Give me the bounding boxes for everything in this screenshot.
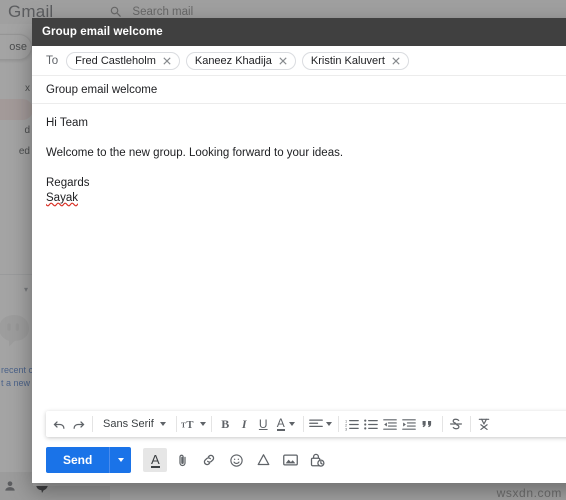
- insert-link-icon[interactable]: [197, 448, 221, 472]
- formatting-toolbar-wrap: Sans Serif T T B I U A 1 2 3: [32, 411, 566, 437]
- toolbar-divider: [92, 416, 93, 432]
- toolbar-divider: [210, 416, 212, 432]
- watermark: wsxdn.com: [496, 486, 562, 500]
- font-family-dropdown[interactable]: Sans Serif: [97, 418, 172, 430]
- redo-icon[interactable]: [69, 413, 88, 435]
- chevron-down-icon: [326, 422, 333, 426]
- formatting-options-icon[interactable]: A: [143, 448, 168, 472]
- hangouts-panel: ▾ recent c t a new: [0, 274, 33, 390]
- send-button[interactable]: Send: [46, 447, 110, 473]
- sidebar-item-0[interactable]: x: [0, 78, 33, 99]
- sidebar-item-inbox[interactable]: [0, 99, 33, 120]
- remove-recipient-icon[interactable]: [392, 56, 400, 65]
- hangouts-hint-line-2: t a new: [1, 378, 31, 388]
- hangouts-hint-line-1: recent c: [1, 365, 33, 375]
- text-color-label: A: [276, 416, 285, 431]
- insert-drive-icon[interactable]: [251, 448, 275, 472]
- toolbar-divider: [441, 416, 443, 432]
- message-body[interactable]: Hi Team Welcome to the new group. Lookin…: [32, 104, 566, 411]
- sidebar-item-2[interactable]: d: [0, 120, 33, 141]
- compose-title: Group email welcome: [42, 26, 163, 38]
- chevron-down-icon: [159, 422, 166, 426]
- recipient-chip-label: Kaneez Khadija: [194, 54, 272, 67]
- toolbar-divider: [302, 416, 304, 432]
- compose-button-label: ose: [9, 41, 27, 53]
- italic-button[interactable]: I: [235, 413, 254, 435]
- subject-input[interactable]: Group email welcome: [32, 76, 566, 104]
- indent-less-icon[interactable]: [381, 413, 400, 435]
- body-signoff: Regards: [46, 177, 90, 189]
- sidebar-item-snoozed[interactable]: ed: [0, 141, 33, 162]
- numbered-list-icon[interactable]: 1 2 3: [343, 413, 362, 435]
- remove-formatting-icon[interactable]: [475, 413, 494, 435]
- sidebar-item-0-label: x: [25, 83, 30, 94]
- compose-button[interactable]: ose: [0, 34, 32, 60]
- remove-recipient-icon[interactable]: [163, 56, 171, 65]
- body-signature: Sayak: [46, 192, 78, 204]
- recipient-chip-label: Fred Castleholm: [75, 54, 156, 67]
- bold-label: B: [221, 416, 230, 431]
- attach-file-icon[interactable]: [170, 448, 194, 472]
- svg-text:T: T: [181, 420, 186, 429]
- chevron-down-icon: [288, 422, 295, 426]
- chevron-down-icon: [200, 422, 207, 426]
- compose-actions: Send A: [32, 437, 566, 483]
- toolbar-divider: [337, 416, 339, 432]
- text-color-button[interactable]: A: [273, 413, 299, 435]
- search-bar[interactable]: Search mail: [109, 5, 193, 19]
- hangouts-chevron-down-icon[interactable]: ▾: [0, 285, 33, 294]
- body-paragraph: Welcome to the new group. Looking forwar…: [46, 147, 344, 159]
- remove-recipient-icon[interactable]: [279, 56, 287, 65]
- search-icon: [111, 6, 122, 17]
- font-size-icon[interactable]: T T: [181, 413, 207, 435]
- formatting-toolbar: Sans Serif T T B I U A 1 2 3: [46, 411, 566, 437]
- svg-text:3: 3: [345, 426, 347, 431]
- italic-label: I: [241, 416, 247, 431]
- recipients-row[interactable]: To Fred Castleholm Kaneez Khadija Kristi…: [32, 46, 566, 76]
- undo-icon[interactable]: [50, 413, 69, 435]
- underline-button[interactable]: U: [254, 413, 273, 435]
- sidebar-nav: x d ed: [0, 78, 33, 162]
- chevron-down-icon: [117, 458, 124, 462]
- recipient-chip[interactable]: Kaneez Khadija: [185, 51, 296, 70]
- indent-more-icon[interactable]: [400, 413, 419, 435]
- body-greeting: Hi Team: [46, 117, 88, 129]
- compose-window: Group email welcome To Fred Castleholm K…: [32, 18, 566, 483]
- strikethrough-icon[interactable]: [447, 413, 466, 435]
- send-options-button[interactable]: [109, 447, 132, 473]
- toolbar-divider: [175, 416, 177, 432]
- underline-label: U: [258, 417, 268, 431]
- send-group: Send: [46, 447, 132, 473]
- search-placeholder: Search mail: [132, 6, 194, 18]
- sidebar-item-snoozed-label: ed: [18, 146, 30, 157]
- confidential-mode-icon[interactable]: [305, 448, 329, 472]
- insert-emoji-icon[interactable]: [224, 448, 248, 472]
- svg-text:T: T: [187, 420, 194, 431]
- font-family-label: Sans Serif: [103, 418, 154, 430]
- contacts-icon[interactable]: [3, 479, 17, 493]
- toolbar-divider: [469, 416, 471, 432]
- recipient-chip[interactable]: Kristin Kaluvert: [301, 51, 409, 70]
- recipient-chip[interactable]: Fred Castleholm: [66, 51, 180, 70]
- sidebar-item-2-label: d: [24, 125, 30, 136]
- compose-header[interactable]: Group email welcome: [32, 18, 566, 46]
- to-label: To: [46, 54, 59, 67]
- sidebar-divider: [0, 274, 33, 275]
- bold-button[interactable]: B: [216, 413, 235, 435]
- bulleted-list-icon[interactable]: [362, 413, 381, 435]
- compose-action-icons: A: [143, 448, 329, 472]
- quote-icon[interactable]: [419, 413, 438, 435]
- align-icon[interactable]: [308, 413, 334, 435]
- hangouts-bubble-icon: [0, 310, 34, 350]
- gmail-sidebar: ose x d ed ▾ recent c t a new: [0, 24, 110, 500]
- insert-photo-icon[interactable]: [278, 448, 302, 472]
- recipient-chip-label: Kristin Kaluvert: [310, 54, 385, 67]
